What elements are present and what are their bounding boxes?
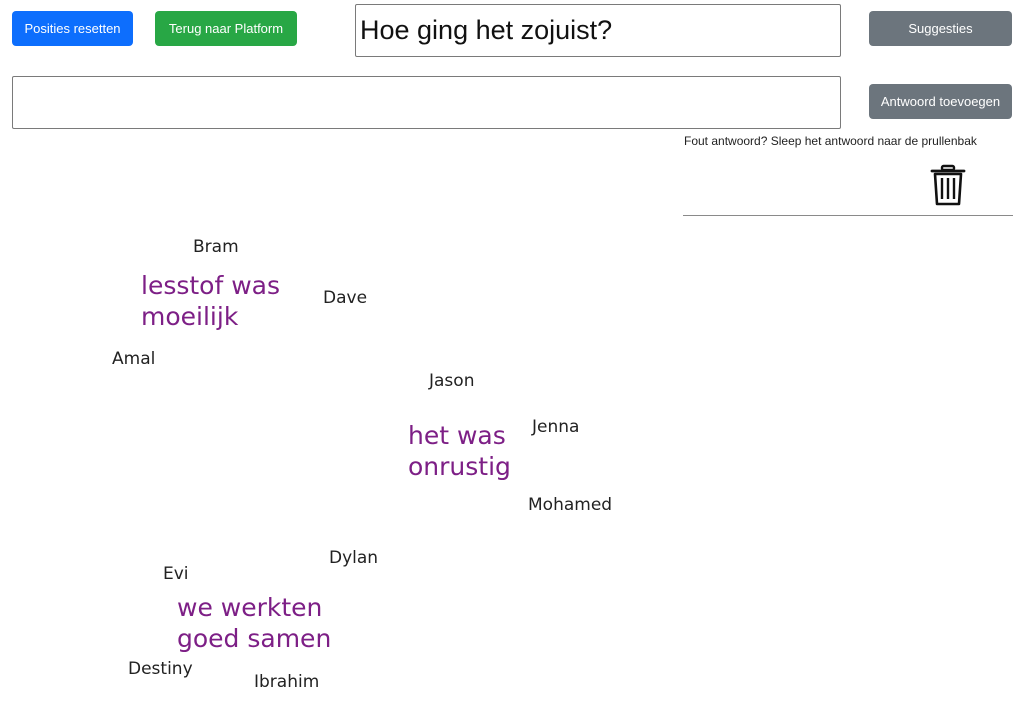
answer-item[interactable]: we werkten goed samen	[177, 592, 331, 654]
name-evi[interactable]: Evi	[163, 564, 189, 584]
name-jason[interactable]: Jason	[429, 371, 474, 391]
answer-item[interactable]: lesstof was moeilijk	[141, 270, 280, 332]
answer-line: lesstof was	[141, 271, 281, 300]
answer-line: het was	[408, 421, 506, 450]
answer-line: moeilijk	[141, 302, 239, 331]
reset-positions-button[interactable]: Posities resetten	[12, 11, 133, 46]
suggestions-button[interactable]: Suggesties	[869, 11, 1012, 46]
trash-divider	[683, 215, 1013, 216]
answer-item[interactable]: het was onrustig	[408, 420, 511, 482]
name-amal[interactable]: Amal	[112, 349, 155, 369]
add-answer-button[interactable]: Antwoord toevoegen	[869, 84, 1012, 119]
name-ibrahim[interactable]: Ibrahim	[254, 672, 319, 692]
name-destiny[interactable]: Destiny	[128, 659, 193, 679]
name-bram[interactable]: Bram	[193, 237, 239, 257]
trash-icon[interactable]	[930, 164, 966, 206]
name-jenna[interactable]: Jenna	[532, 417, 579, 437]
answer-input[interactable]	[12, 76, 841, 129]
answer-line: we werkten	[177, 593, 323, 622]
name-dave[interactable]: Dave	[323, 288, 367, 308]
question-input[interactable]	[355, 4, 841, 57]
trash-hint-text: Fout antwoord? Sleep het antwoord naar d…	[684, 134, 977, 148]
name-mohamed[interactable]: Mohamed	[528, 495, 612, 515]
name-dylan[interactable]: Dylan	[329, 548, 378, 568]
answer-line: onrustig	[408, 452, 511, 481]
answer-line: goed samen	[177, 624, 332, 653]
back-to-platform-button[interactable]: Terug naar Platform	[155, 11, 297, 46]
